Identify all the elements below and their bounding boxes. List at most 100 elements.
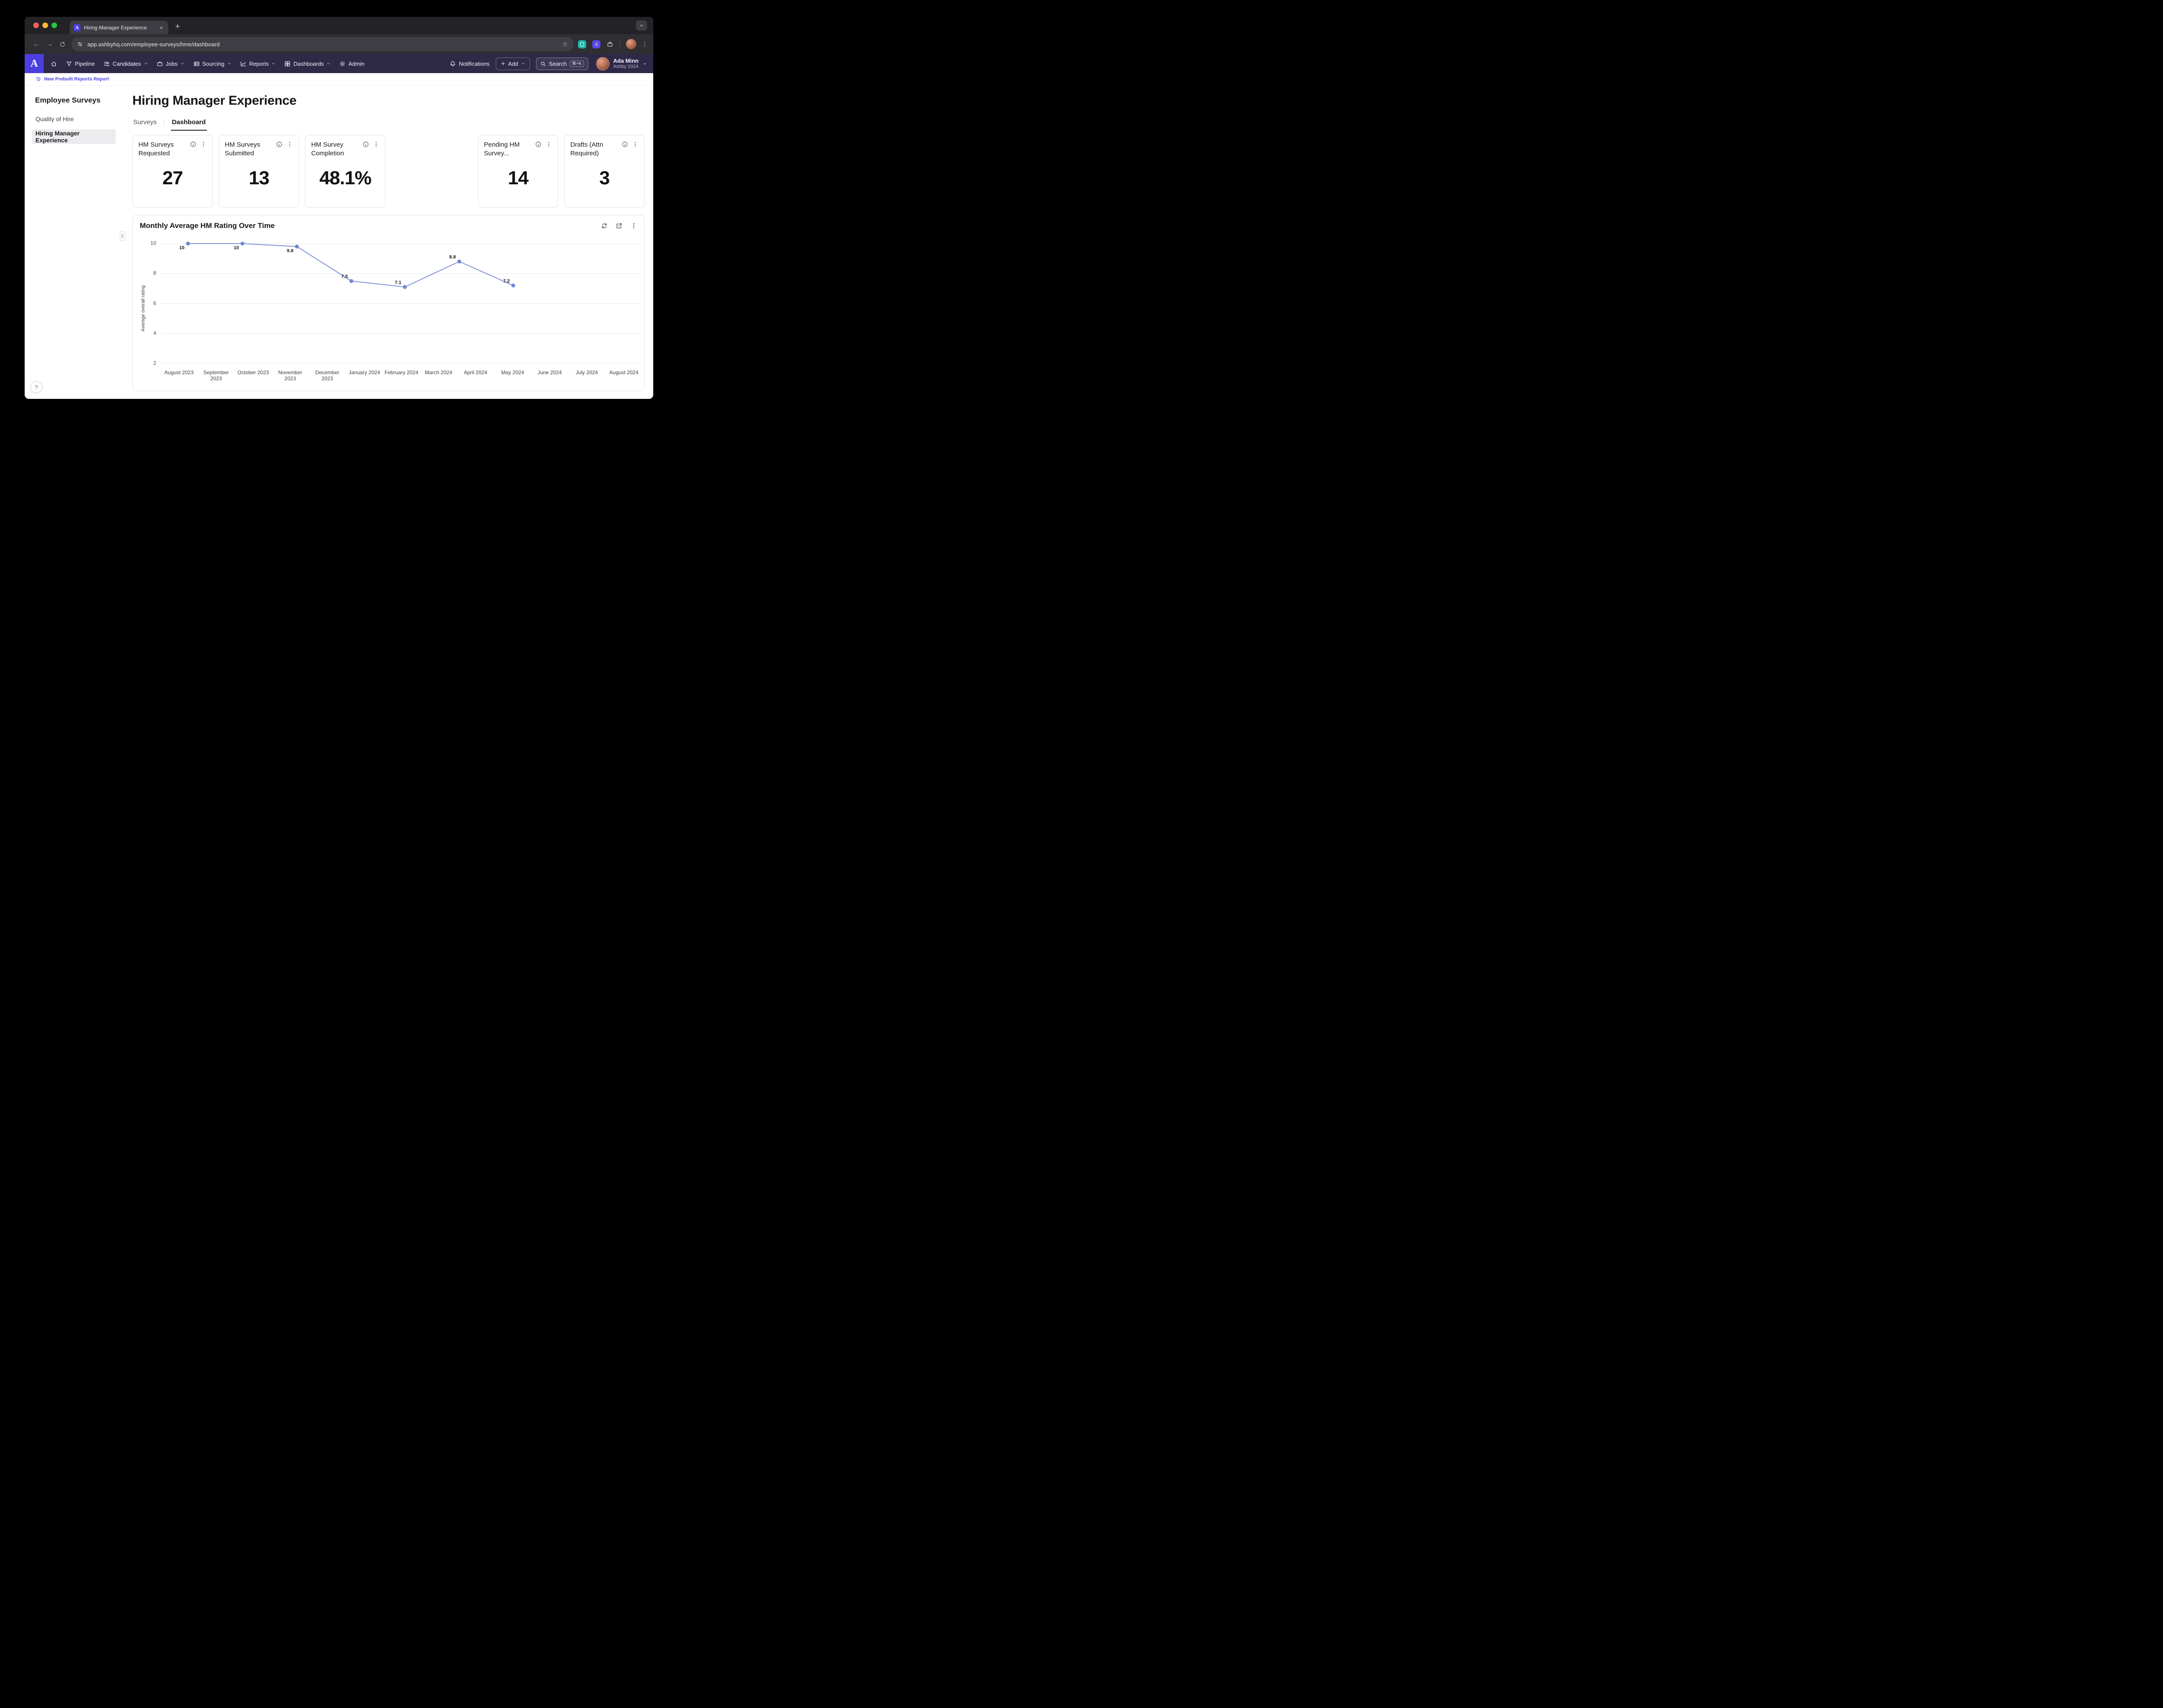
- x-tick-label: April 2024: [464, 369, 488, 376]
- stat-card-hm-surveys-submitted: HM Surveys Submitted 13: [218, 135, 299, 208]
- chevron-down-icon: [271, 61, 276, 66]
- nav-item-reports[interactable]: Reports: [236, 54, 280, 73]
- reload-button[interactable]: [56, 38, 69, 51]
- nav-item-label: Jobs: [166, 60, 178, 67]
- sidebar-item-quality-of-hire[interactable]: Quality of Hire: [32, 112, 116, 126]
- card-header: HM Surveys Requested: [138, 141, 207, 158]
- notifications-button[interactable]: Notifications: [449, 61, 490, 67]
- toolbar-divider: [619, 40, 620, 48]
- y-axis-label: Average overall rating: [141, 285, 146, 332]
- add-button[interactable]: Add: [495, 57, 530, 70]
- ashby-logo[interactable]: A: [25, 54, 44, 73]
- reports-icon: [240, 61, 247, 67]
- sidebar: Employee Surveys Quality of Hire Hiring M…: [25, 86, 123, 399]
- browser-tab[interactable]: A Hiring Manager Experience · ×: [70, 21, 168, 34]
- sidebar-resize-handle[interactable]: [120, 231, 125, 241]
- kebab-menu-icon[interactable]: [632, 141, 639, 148]
- card-value: 27: [162, 167, 183, 189]
- y-tick-label: 6: [153, 300, 156, 306]
- stat-card-pending-hm-survey: Pending HM Survey... 14: [478, 135, 558, 208]
- x-tick-label: August 2023: [164, 369, 194, 376]
- ashby-extension-icon[interactable]: A: [592, 40, 600, 48]
- tab-dot: ·: [153, 24, 155, 31]
- open-external-icon[interactable]: [616, 222, 623, 229]
- tab-close-icon[interactable]: ×: [158, 24, 164, 32]
- x-tick-label: March 2024: [424, 369, 452, 376]
- kebab-menu-icon[interactable]: [546, 141, 552, 148]
- extensions-puzzle-icon[interactable]: [607, 41, 613, 48]
- chevron-down-icon: [227, 61, 231, 66]
- nav-item-jobs[interactable]: Jobs: [152, 54, 189, 73]
- bookmark-star-icon[interactable]: ☆: [562, 40, 568, 48]
- info-icon[interactable]: [363, 141, 369, 148]
- address-bar[interactable]: app.ashbyhq.com/employee-surveys/hme/das…: [71, 37, 574, 51]
- x-tick-label: November 2023: [278, 369, 302, 382]
- nav-item-home[interactable]: [46, 54, 61, 73]
- zoom-window-button[interactable]: [51, 22, 57, 28]
- help-button[interactable]: ?: [30, 381, 42, 393]
- tab-surveys[interactable]: Surveys: [132, 119, 157, 131]
- x-tick-label: January 2024: [348, 369, 380, 376]
- new-report-icon: [36, 77, 41, 82]
- chart-kebab-menu-icon[interactable]: [630, 222, 637, 229]
- kebab-menu-icon[interactable]: [286, 141, 293, 148]
- chart-title: Monthly Average HM Rating Over Time: [140, 222, 275, 230]
- people-icon: [103, 61, 110, 67]
- browser-titlebar: A Hiring Manager Experience · × +: [25, 17, 653, 34]
- user-menu[interactable]: Ada Minn Ashby 2024: [596, 57, 648, 71]
- x-tick-label: August 2024: [609, 369, 639, 376]
- reload-icon: [59, 41, 66, 48]
- info-icon[interactable]: [535, 141, 542, 148]
- nav-item-admin[interactable]: Admin: [335, 54, 369, 73]
- new-prebuilt-reports-link[interactable]: New Prebuilt Reports Report: [44, 77, 109, 82]
- kebab-menu-icon[interactable]: [200, 141, 207, 148]
- info-icon[interactable]: [622, 141, 628, 148]
- x-tick-label: December 2023: [315, 369, 340, 382]
- stat-card-drafts-attn-required: Drafts (Attn Required) 3: [564, 135, 645, 208]
- home-icon: [51, 61, 57, 67]
- search-shortcut-badge: ⌘+K: [569, 60, 584, 67]
- nav-item-pipeline[interactable]: Pipeline: [61, 54, 99, 73]
- forward-button[interactable]: →: [43, 38, 56, 51]
- extension-icon-1[interactable]: [578, 40, 586, 48]
- window-controls: [33, 22, 57, 28]
- notifications-label: Notifications: [459, 60, 490, 67]
- chart-card: Monthly Average HM Rating Over Time Aver…: [132, 215, 645, 391]
- search-button[interactable]: Search ⌘+K: [536, 57, 588, 70]
- sidebar-heading: Employee Surveys: [35, 96, 101, 104]
- minimize-window-button[interactable]: [42, 22, 48, 28]
- card-header: HM Surveys Submitted: [225, 141, 293, 158]
- nav-item-sourcing[interactable]: Sourcing: [189, 54, 236, 73]
- close-window-button[interactable]: [33, 22, 39, 28]
- chevron-down-icon: [521, 61, 525, 66]
- browser-menu-icon[interactable]: ⋮: [642, 40, 648, 48]
- nav-item-label: Dashboards: [293, 60, 324, 67]
- tab-dashboard[interactable]: Dashboard: [171, 119, 207, 131]
- sidebar-items: Quality of Hire Hiring Manager Experience: [32, 112, 116, 144]
- nav-right: Notifications Add Search ⌘+K Ada Minn As…: [449, 57, 647, 71]
- sidebar-item-hiring-manager-experience[interactable]: Hiring Manager Experience: [32, 129, 116, 144]
- info-icon[interactable]: [276, 141, 282, 148]
- user-avatar: [596, 57, 610, 71]
- y-tick-label: 8: [153, 270, 156, 276]
- back-button[interactable]: ←: [30, 38, 43, 51]
- card-label: Drafts (Attn Required): [570, 141, 603, 157]
- nav-item-candidates[interactable]: Candidates: [99, 54, 152, 73]
- browser-profile-avatar[interactable]: [626, 39, 636, 49]
- tab-search-button[interactable]: [636, 20, 647, 31]
- site-settings-icon[interactable]: [77, 41, 83, 47]
- dashboards-icon: [284, 61, 291, 67]
- browser-window: A Hiring Manager Experience · × + ← → ap…: [25, 17, 653, 399]
- x-tick-label: September 2023: [203, 369, 229, 382]
- nav-items: Pipeline Candidates Jobs Sourcing Reports Das…: [46, 54, 369, 73]
- bell-icon: [449, 61, 456, 67]
- kebab-menu-icon[interactable]: [373, 141, 379, 148]
- page-tabs: Surveys Dashboard: [132, 119, 645, 131]
- info-icon[interactable]: [190, 141, 196, 148]
- card-header: Pending HM Survey...: [484, 141, 552, 158]
- refresh-icon[interactable]: [601, 222, 608, 229]
- svg-text:7.5: 7.5: [341, 274, 348, 279]
- nav-item-dashboards[interactable]: Dashboards: [280, 54, 335, 73]
- announcement-banner: New Prebuilt Reports Report: [25, 73, 653, 86]
- new-tab-button[interactable]: +: [173, 22, 183, 32]
